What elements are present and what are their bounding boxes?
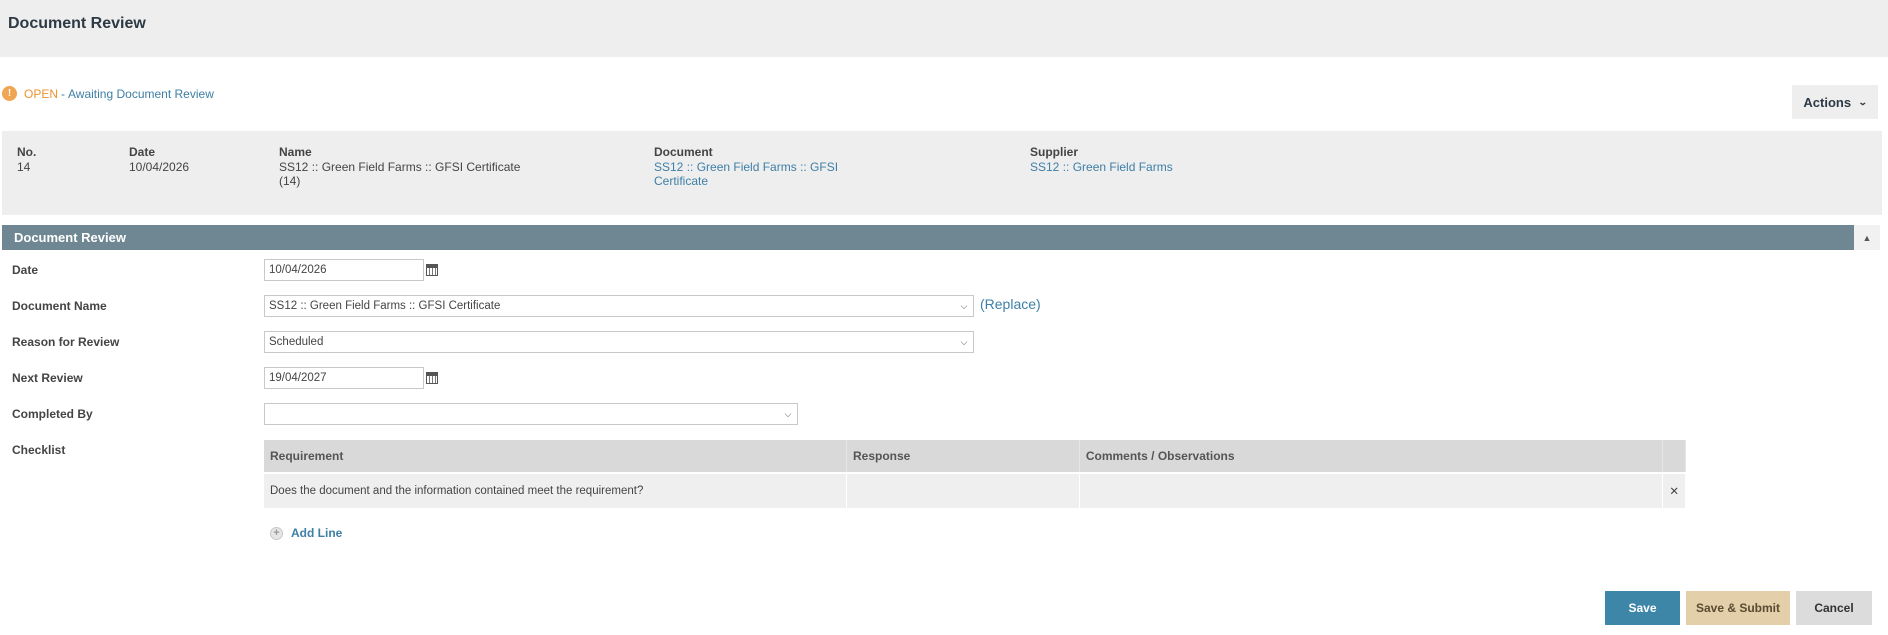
add-line-label: Add Line <box>291 526 343 540</box>
summary-name-value: SS12 :: Green Field Farms :: GFSI Certif… <box>279 160 521 174</box>
page-header: Document Review <box>0 0 1888 57</box>
response-cell[interactable] <box>846 472 1080 508</box>
summary-name: Name SS12 :: Green Field Farms :: GFSI C… <box>279 145 520 188</box>
replace-link[interactable]: (Replace) <box>980 296 1041 312</box>
summary-supplier-label: Supplier <box>1030 145 1079 159</box>
alert-icon: ! <box>2 86 17 101</box>
column-header-requirement: Requirement <box>264 440 847 473</box>
summary-document: Document SS12 :: Green Field Farms :: GF… <box>654 145 838 188</box>
summary-supplier-link[interactable]: SS12 :: Green Field Farms <box>1030 160 1173 174</box>
cancel-button[interactable]: Cancel <box>1796 591 1872 625</box>
reason-value: Scheduled <box>269 336 324 348</box>
summary-no-label: No. <box>17 145 37 159</box>
section-title: Document Review <box>14 230 126 245</box>
collapse-section-button[interactable]: ▲ <box>1854 225 1880 250</box>
next-review-label: Next Review <box>12 371 83 385</box>
reason-label: Reason for Review <box>12 335 120 349</box>
calendar-icon[interactable] <box>424 262 440 278</box>
checklist-table: Requirement Response Comments / Observat… <box>264 440 1686 508</box>
summary-document-link[interactable]: SS12 :: Green Field Farms :: GFSI <box>654 160 838 174</box>
chevron-down-icon: ⌵ <box>955 296 973 316</box>
summary-panel: No. 14 Date 10/04/2026 Name SS12 :: Gree… <box>2 131 1882 215</box>
checklist-header-row: Requirement Response Comments / Observat… <box>264 440 1686 473</box>
column-header-delete <box>1662 440 1686 473</box>
chevron-down-icon: ⌵ <box>955 332 973 352</box>
summary-no: No. 14 <box>17 145 36 174</box>
summary-date-label: Date <box>129 145 156 159</box>
chevron-down-icon: ⌵ <box>779 404 797 424</box>
summary-date: Date 10/04/2026 <box>129 145 189 174</box>
chevron-up-icon: ▲ <box>1862 232 1872 243</box>
status-state: OPEN <box>24 86 59 101</box>
comments-cell[interactable] <box>1079 472 1664 508</box>
actions-button[interactable]: Actions ⌄ <box>1792 85 1878 119</box>
date-label: Date <box>12 263 39 277</box>
summary-document-link-cont[interactable]: Certificate <box>654 174 838 188</box>
date-input[interactable] <box>264 259 424 281</box>
summary-name-value-cont: (14) <box>279 174 301 188</box>
summary-supplier: Supplier SS12 :: Green Field Farms <box>1030 145 1173 174</box>
table-row: Does the document and the information co… <box>264 472 1686 508</box>
page-title: Document Review <box>8 15 146 32</box>
section-header: Document Review <box>2 225 1866 250</box>
reason-select[interactable]: Scheduled ⌵ <box>264 331 974 353</box>
save-button[interactable]: Save <box>1605 591 1680 625</box>
status-separator: - <box>61 86 66 101</box>
actions-label: Actions <box>1803 94 1852 110</box>
add-line-button[interactable]: + Add Line <box>270 526 342 540</box>
calendar-icon[interactable] <box>424 370 440 386</box>
summary-no-value: 14 <box>17 160 31 174</box>
completed-by-select[interactable]: ⌵ <box>264 403 798 425</box>
status-description: Awaiting Document Review <box>68 86 214 101</box>
next-review-input[interactable] <box>264 367 424 389</box>
document-name-label: Document Name <box>12 299 107 313</box>
chevron-down-icon: ⌄ <box>1857 96 1868 107</box>
summary-document-label: Document <box>654 145 713 159</box>
document-name-select[interactable]: SS12 :: Green Field Farms :: GFSI Certif… <box>264 295 974 317</box>
requirement-cell: Does the document and the information co… <box>264 472 847 508</box>
column-header-comments: Comments / Observations <box>1079 440 1664 473</box>
document-name-value: SS12 :: Green Field Farms :: GFSI Certif… <box>269 300 501 312</box>
checklist-label: Checklist <box>12 443 66 457</box>
delete-row-icon[interactable]: ✕ <box>1662 472 1686 508</box>
status-line: ! OPEN - Awaiting Document Review <box>2 86 214 101</box>
column-header-response: Response <box>846 440 1080 473</box>
save-submit-button[interactable]: Save & Submit <box>1686 591 1790 625</box>
plus-circle-icon: + <box>270 526 283 540</box>
completed-by-label: Completed By <box>12 407 93 421</box>
summary-name-label: Name <box>279 145 312 159</box>
summary-date-value: 10/04/2026 <box>129 160 190 174</box>
